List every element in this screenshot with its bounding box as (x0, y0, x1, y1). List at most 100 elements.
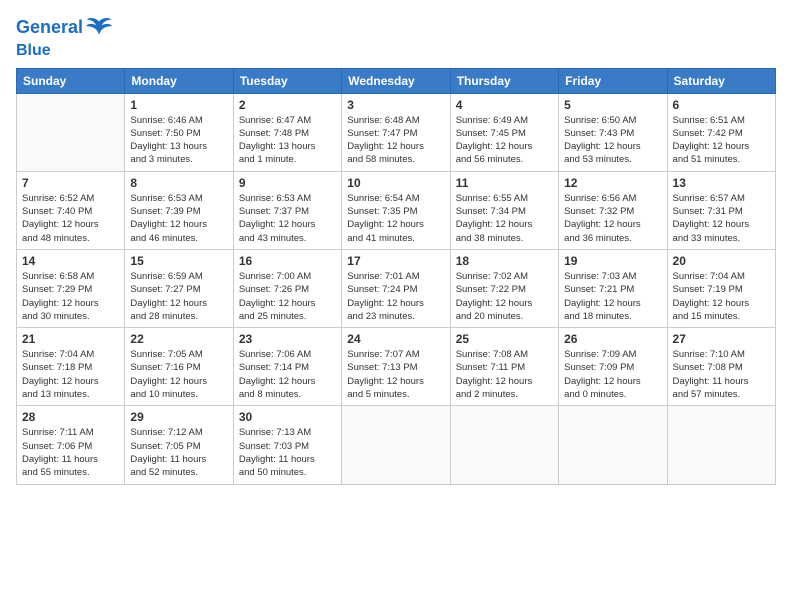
day-info: Sunrise: 7:02 AM Sunset: 7:22 PM Dayligh… (456, 270, 553, 323)
day-info: Sunrise: 7:06 AM Sunset: 7:14 PM Dayligh… (239, 348, 336, 401)
day-info: Sunrise: 7:01 AM Sunset: 7:24 PM Dayligh… (347, 270, 444, 323)
day-info: Sunrise: 7:03 AM Sunset: 7:21 PM Dayligh… (564, 270, 661, 323)
day-number: 26 (564, 332, 661, 346)
day-info: Sunrise: 7:12 AM Sunset: 7:05 PM Dayligh… (130, 426, 227, 479)
weekday-header: Saturday (667, 68, 775, 93)
weekday-header: Sunday (17, 68, 125, 93)
calendar-cell: 10Sunrise: 6:54 AM Sunset: 7:35 PM Dayli… (342, 171, 450, 249)
calendar-cell: 27 Sunrise: 7:10 AM Sunset: 7:08 PM Dayli… (667, 328, 775, 406)
calendar-cell: 16 Sunrise: 7:00 AM Sunset: 7:26 PM Dayli… (233, 249, 341, 327)
day-info: Sunrise: 6:55 AM Sunset: 7:34 PM Dayligh… (456, 192, 553, 245)
day-number: 12 (564, 176, 661, 190)
calendar-cell: 1 Sunrise: 6:46 AM Sunset: 7:50 PM Daylig… (125, 93, 233, 171)
day-info: Sunrise: 6:59 AM Sunset: 7:27 PM Dayligh… (130, 270, 227, 323)
calendar-cell: 17 Sunrise: 7:01 AM Sunset: 7:24 PM Dayli… (342, 249, 450, 327)
logo-blue-text: Blue (16, 42, 113, 60)
day-info: Sunrise: 6:47 AM Sunset: 7:48 PM Dayligh… (239, 114, 336, 167)
logo-bird-icon (85, 14, 113, 42)
calendar-cell: 29 Sunrise: 7:12 AM Sunset: 7:05 PM Dayli… (125, 406, 233, 484)
day-info: Sunrise: 7:08 AM Sunset: 7:11 PM Dayligh… (456, 348, 553, 401)
day-info: Sunrise: 7:05 AM Sunset: 7:16 PM Dayligh… (130, 348, 227, 401)
weekday-header: Wednesday (342, 68, 450, 93)
calendar-cell: 22 Sunrise: 7:05 AM Sunset: 7:16 PM Dayli… (125, 328, 233, 406)
weekday-header: Thursday (450, 68, 558, 93)
calendar-cell: 24Sunrise: 7:07 AM Sunset: 7:13 PM Dayli… (342, 328, 450, 406)
logo-text: General (16, 18, 83, 38)
calendar-table: SundayMondayTuesdayWednesdayThursdayFrid… (16, 68, 776, 485)
logo: General Blue (16, 14, 113, 60)
day-info: Sunrise: 6:48 AM Sunset: 7:47 PM Dayligh… (347, 114, 444, 167)
day-number: 29 (130, 410, 227, 424)
calendar-week-row: 28Sunrise: 7:11 AM Sunset: 7:06 PM Dayli… (17, 406, 776, 484)
calendar-week-row: 7Sunrise: 6:52 AM Sunset: 7:40 PM Daylig… (17, 171, 776, 249)
day-number: 20 (673, 254, 770, 268)
day-number: 18 (456, 254, 553, 268)
calendar-cell: 19 Sunrise: 7:03 AM Sunset: 7:21 PM Dayli… (559, 249, 667, 327)
calendar-cell: 30Sunrise: 7:13 AM Sunset: 7:03 PM Dayli… (233, 406, 341, 484)
calendar-week-row: 21 Sunrise: 7:04 AM Sunset: 7:18 PM Dayli… (17, 328, 776, 406)
calendar-cell: 12 Sunrise: 6:56 AM Sunset: 7:32 PM Dayli… (559, 171, 667, 249)
calendar-week-row: 14 Sunrise: 6:58 AM Sunset: 7:29 PM Dayli… (17, 249, 776, 327)
day-info: Sunrise: 7:00 AM Sunset: 7:26 PM Dayligh… (239, 270, 336, 323)
day-info: Sunrise: 6:51 AM Sunset: 7:42 PM Dayligh… (673, 114, 770, 167)
calendar-cell: 3 Sunrise: 6:48 AM Sunset: 7:47 PM Daylig… (342, 93, 450, 171)
day-info: Sunrise: 6:53 AM Sunset: 7:37 PM Dayligh… (239, 192, 336, 245)
calendar-cell: 6Sunrise: 6:51 AM Sunset: 7:42 PM Daylig… (667, 93, 775, 171)
day-number: 14 (22, 254, 119, 268)
day-number: 24 (347, 332, 444, 346)
weekday-header: Tuesday (233, 68, 341, 93)
day-number: 27 (673, 332, 770, 346)
day-number: 19 (564, 254, 661, 268)
calendar-cell: 21 Sunrise: 7:04 AM Sunset: 7:18 PM Dayli… (17, 328, 125, 406)
day-info: Sunrise: 7:13 AM Sunset: 7:03 PM Dayligh… (239, 426, 336, 479)
day-number: 9 (239, 176, 336, 190)
day-info: Sunrise: 6:58 AM Sunset: 7:29 PM Dayligh… (22, 270, 119, 323)
calendar-cell: 13Sunrise: 6:57 AM Sunset: 7:31 PM Dayli… (667, 171, 775, 249)
weekday-header: Friday (559, 68, 667, 93)
day-number: 3 (347, 98, 444, 112)
day-info: Sunrise: 7:04 AM Sunset: 7:18 PM Dayligh… (22, 348, 119, 401)
day-number: 5 (564, 98, 661, 112)
day-number: 16 (239, 254, 336, 268)
day-number: 1 (130, 98, 227, 112)
day-info: Sunrise: 6:46 AM Sunset: 7:50 PM Dayligh… (130, 114, 227, 167)
calendar-cell: 11Sunrise: 6:55 AM Sunset: 7:34 PM Dayli… (450, 171, 558, 249)
calendar-cell (667, 406, 775, 484)
calendar-cell: 4 Sunrise: 6:49 AM Sunset: 7:45 PM Daylig… (450, 93, 558, 171)
day-number: 2 (239, 98, 336, 112)
calendar-cell (342, 406, 450, 484)
page-container: General Blue SundayMondayTuesdayWednesda… (0, 0, 792, 495)
calendar-cell: 20Sunrise: 7:04 AM Sunset: 7:19 PM Dayli… (667, 249, 775, 327)
day-number: 17 (347, 254, 444, 268)
day-number: 4 (456, 98, 553, 112)
day-info: Sunrise: 6:49 AM Sunset: 7:45 PM Dayligh… (456, 114, 553, 167)
calendar-cell: 8Sunrise: 6:53 AM Sunset: 7:39 PM Daylig… (125, 171, 233, 249)
calendar-cell (559, 406, 667, 484)
day-number: 21 (22, 332, 119, 346)
weekday-header-row: SundayMondayTuesdayWednesdayThursdayFrid… (17, 68, 776, 93)
calendar-cell (450, 406, 558, 484)
calendar-cell: 2 Sunrise: 6:47 AM Sunset: 7:48 PM Daylig… (233, 93, 341, 171)
day-info: Sunrise: 7:10 AM Sunset: 7:08 PM Dayligh… (673, 348, 770, 401)
day-info: Sunrise: 6:56 AM Sunset: 7:32 PM Dayligh… (564, 192, 661, 245)
day-number: 23 (239, 332, 336, 346)
calendar-cell: 28Sunrise: 7:11 AM Sunset: 7:06 PM Dayli… (17, 406, 125, 484)
day-number: 25 (456, 332, 553, 346)
header: General Blue (16, 10, 776, 60)
calendar-cell: 26 Sunrise: 7:09 AM Sunset: 7:09 PM Dayli… (559, 328, 667, 406)
calendar-cell (17, 93, 125, 171)
calendar-cell: 25 Sunrise: 7:08 AM Sunset: 7:11 PM Dayli… (450, 328, 558, 406)
calendar-week-row: 1 Sunrise: 6:46 AM Sunset: 7:50 PM Daylig… (17, 93, 776, 171)
day-number: 15 (130, 254, 227, 268)
day-number: 22 (130, 332, 227, 346)
calendar-cell: 5 Sunrise: 6:50 AM Sunset: 7:43 PM Daylig… (559, 93, 667, 171)
day-number: 13 (673, 176, 770, 190)
calendar-cell: 23 Sunrise: 7:06 AM Sunset: 7:14 PM Dayli… (233, 328, 341, 406)
day-info: Sunrise: 7:09 AM Sunset: 7:09 PM Dayligh… (564, 348, 661, 401)
calendar-cell: 15 Sunrise: 6:59 AM Sunset: 7:27 PM Dayli… (125, 249, 233, 327)
calendar-cell: 14 Sunrise: 6:58 AM Sunset: 7:29 PM Dayli… (17, 249, 125, 327)
day-info: Sunrise: 7:11 AM Sunset: 7:06 PM Dayligh… (22, 426, 119, 479)
calendar-cell: 9 Sunrise: 6:53 AM Sunset: 7:37 PM Daylig… (233, 171, 341, 249)
day-info: Sunrise: 6:50 AM Sunset: 7:43 PM Dayligh… (564, 114, 661, 167)
day-info: Sunrise: 6:52 AM Sunset: 7:40 PM Dayligh… (22, 192, 119, 245)
